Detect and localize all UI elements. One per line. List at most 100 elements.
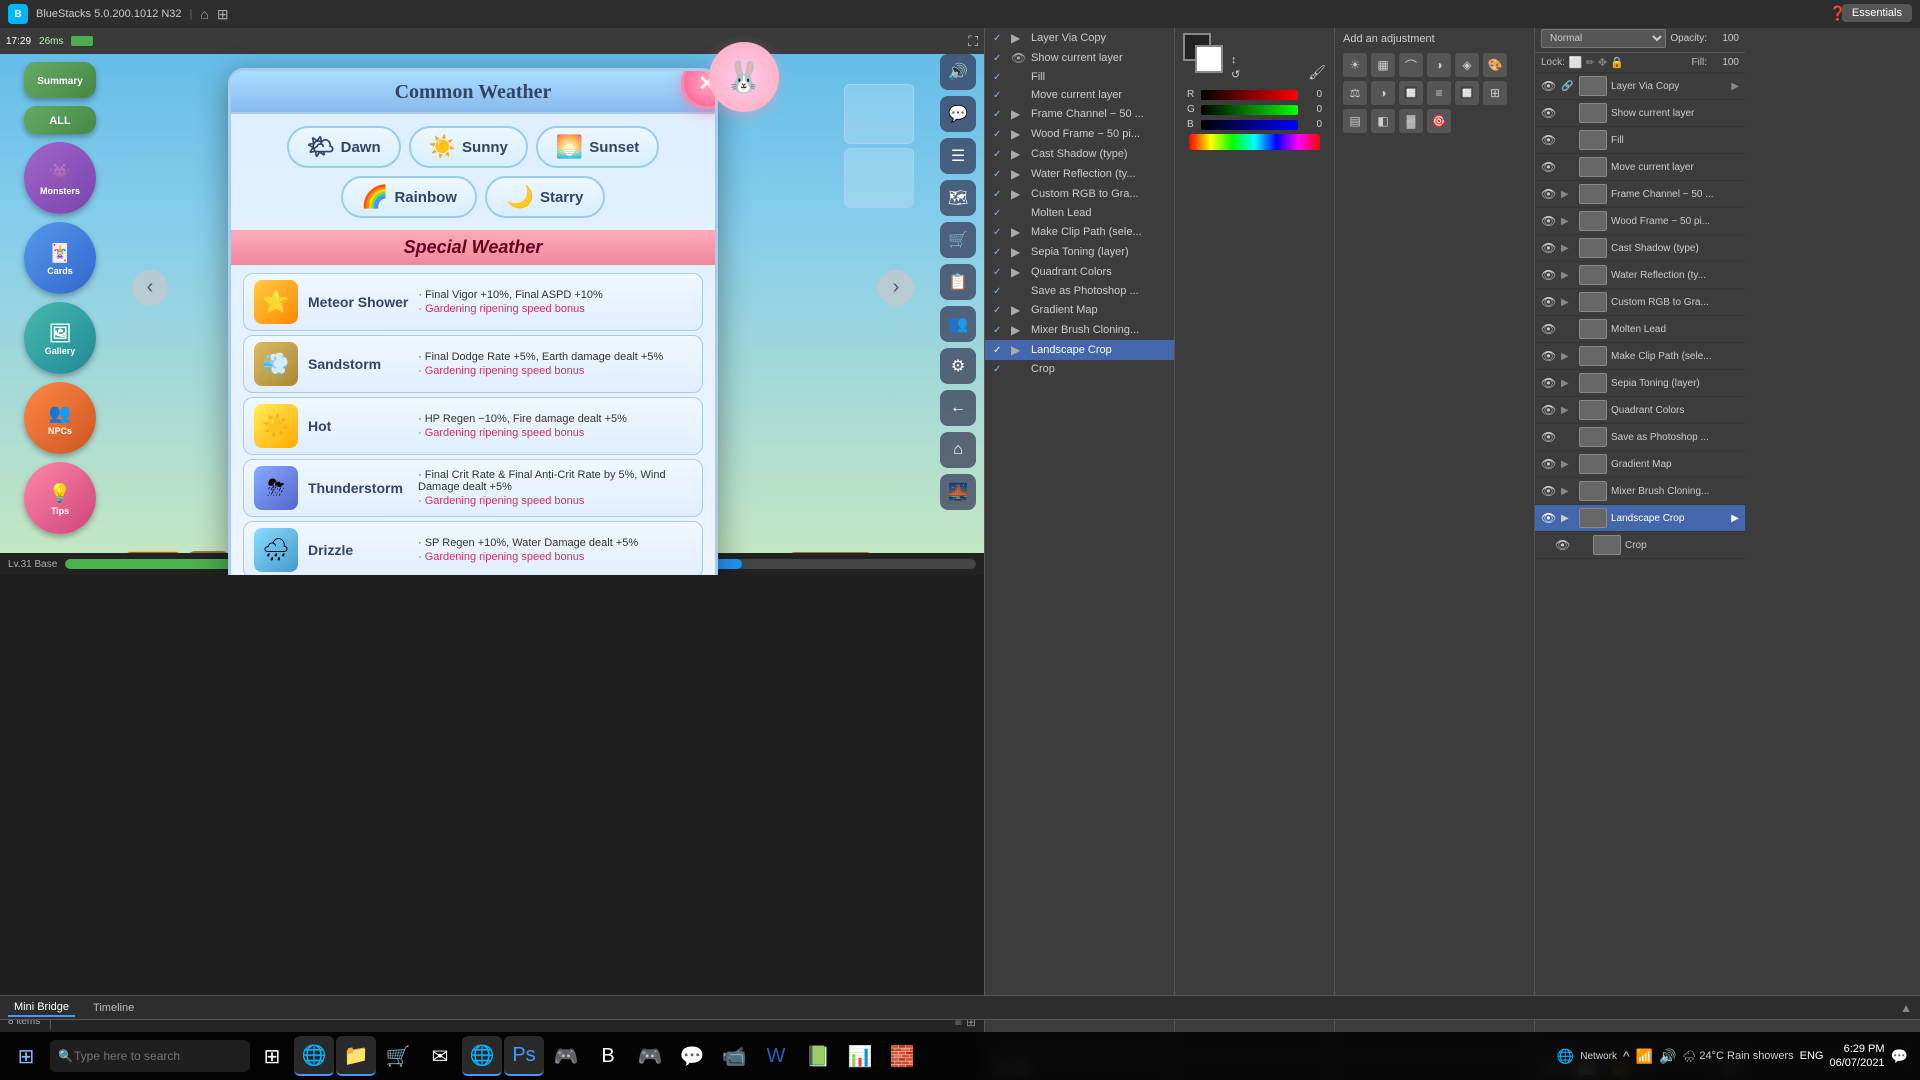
- layer-eye-10[interactable]: 👁: [1541, 322, 1557, 336]
- history-item-crop[interactable]: ✓ Crop: [985, 360, 1174, 378]
- landscape-crop-layer[interactable]: 👁 ▶ Landscape Crop ▶: [1535, 505, 1745, 532]
- history-item-molten-lead[interactable]: ✓ Molten Lead: [985, 204, 1174, 222]
- set-fg-color-icon[interactable]: ↕: [1231, 54, 1240, 66]
- network-icon[interactable]: 🌐: [1557, 1048, 1574, 1065]
- crop-layer[interactable]: 👁 Crop: [1535, 532, 1745, 559]
- history-item-layer-via-copy[interactable]: ✓ ▶ Layer Via Copy: [985, 28, 1174, 48]
- gamepad-icon[interactable]: 🎮: [546, 1036, 586, 1076]
- start-button[interactable]: ⊞: [4, 1034, 48, 1078]
- history-item-water-reflection[interactable]: ✓ ▶ Water Reflection (ty...: [985, 164, 1174, 184]
- cast-shadow-layer[interactable]: 👁 ▶ Cast Shadow (type): [1535, 235, 1745, 262]
- hsl-icon[interactable]: 🎨: [1483, 53, 1507, 77]
- red-slider[interactable]: [1201, 90, 1298, 100]
- map-icon[interactable]: 🗺: [940, 180, 976, 216]
- menu-icon[interactable]: ☰: [940, 138, 976, 174]
- chrome-icon[interactable]: 🌐: [462, 1036, 502, 1076]
- history-item-wood-frame[interactable]: ✓ ▶ Wood Frame − 50 pi...: [985, 124, 1174, 144]
- meteor-shower-item[interactable]: ⭐ Meteor Shower · Final Vigor +10%, Fina…: [243, 273, 703, 331]
- settings-icon[interactable]: ⚙: [940, 348, 976, 384]
- store-icon[interactable]: 🛒: [378, 1036, 418, 1076]
- move-layer[interactable]: 👁 Move current layer: [1535, 154, 1745, 181]
- history-item-cast-shadow[interactable]: ✓ ▶ Cast Shadow (type): [985, 144, 1174, 164]
- layer-eye-16[interactable]: 👁: [1541, 484, 1557, 498]
- nav-tips[interactable]: 💡 Tips: [24, 462, 96, 534]
- posterize-icon[interactable]: ▤: [1343, 109, 1367, 133]
- levels-icon[interactable]: ▦: [1371, 53, 1395, 77]
- workspace-badge[interactable]: Essentials: [1842, 4, 1912, 22]
- nav-npcs[interactable]: 👥 NPCs: [24, 382, 96, 454]
- layer-via-copy[interactable]: 👁 🔗 Layer Via Copy ▶: [1535, 73, 1745, 100]
- layer-eye-12[interactable]: 👁: [1541, 376, 1557, 390]
- color-balance-icon[interactable]: ⚖: [1343, 81, 1367, 105]
- molten-lead-layer[interactable]: 👁 Molten Lead: [1535, 316, 1745, 343]
- back-icon[interactable]: ←: [940, 390, 976, 426]
- notification-icon[interactable]: 💬: [1891, 1048, 1908, 1065]
- custom-rgb-layer[interactable]: 👁 ▶ Custom RGB to Gra...: [1535, 289, 1745, 316]
- history-item-save-photoshop[interactable]: ✓ Save as Photoshop ...: [985, 282, 1174, 300]
- wood-frame-layer[interactable]: 👁 ▶ Wood Frame − 50 pi...: [1535, 208, 1745, 235]
- photoshop-taskbar-icon[interactable]: Ps: [504, 1036, 544, 1076]
- expand-icon-17[interactable]: ▶: [1731, 513, 1739, 524]
- sunny-btn[interactable]: ☀️ Sunny: [409, 126, 528, 168]
- frame-channel-layer[interactable]: 👁 ▶ Frame Channel − 50 ...: [1535, 181, 1745, 208]
- party-icon[interactable]: 👥: [940, 306, 976, 342]
- timeline-tab[interactable]: Timeline: [87, 1000, 140, 1016]
- expand-icon[interactable]: ▶: [1731, 81, 1739, 92]
- taskbar-search[interactable]: [50, 1040, 250, 1072]
- quadrant-colors-layer[interactable]: 👁 ▶ Quadrant Colors: [1535, 397, 1745, 424]
- mail-icon[interactable]: ✉: [420, 1036, 460, 1076]
- grid-icon[interactable]: ⊞: [217, 6, 229, 23]
- layer-eye-15[interactable]: 👁: [1541, 457, 1557, 471]
- nav-summary[interactable]: Summary: [24, 62, 96, 98]
- show-current-layer[interactable]: 👁 Show current layer: [1535, 100, 1745, 127]
- explorer-icon[interactable]: 📁: [336, 1036, 376, 1076]
- layer-eye-6[interactable]: 👁: [1541, 214, 1557, 228]
- history-item-frame-channel[interactable]: ✓ ▶ Frame Channel − 50 ...: [985, 104, 1174, 124]
- background-color[interactable]: [1195, 45, 1223, 73]
- volume-icon[interactable]: 🔊: [1659, 1048, 1676, 1065]
- layer-eye-7[interactable]: 👁: [1541, 241, 1557, 255]
- fullscreen-icon[interactable]: ⛶: [968, 33, 978, 50]
- nav-all[interactable]: ALL: [24, 106, 96, 134]
- history-item-sepia[interactable]: ✓ ▶ Sepia Toning (layer): [985, 242, 1174, 262]
- thunderstorm-item[interactable]: ⛈ Thunderstorm · Final Crit Rate & Final…: [243, 459, 703, 517]
- discord-icon[interactable]: 🎮: [630, 1036, 670, 1076]
- vibrance-icon[interactable]: ◈: [1455, 53, 1479, 77]
- nav-arrow-right[interactable]: ›: [878, 270, 914, 306]
- whatsapp-icon[interactable]: 📗: [798, 1036, 838, 1076]
- nav-gallery[interactable]: 🖼 Gallery: [24, 302, 96, 374]
- layer-eye-8[interactable]: 👁: [1541, 268, 1557, 282]
- history-item-make-clip[interactable]: ✓ ▶ Make Clip Path (sele...: [985, 222, 1174, 242]
- lock-transparent-icon[interactable]: ⬜: [1569, 56, 1583, 69]
- layered-icon[interactable]: 🧱: [882, 1036, 922, 1076]
- nav-cards[interactable]: 🃏 Cards: [24, 222, 96, 294]
- fill-layer[interactable]: 👁 Fill: [1535, 127, 1745, 154]
- layer-eye-13[interactable]: 👁: [1541, 403, 1557, 417]
- lang-indicator[interactable]: ENG: [1800, 1050, 1824, 1062]
- history-item-landscape-crop[interactable]: ✓ ▶ Landscape Crop: [985, 340, 1174, 360]
- reset-colors-icon[interactable]: ↺: [1231, 68, 1240, 81]
- layer-eye-3[interactable]: 👁: [1541, 133, 1557, 147]
- brightness-contrast-icon[interactable]: ☀: [1343, 53, 1367, 77]
- quest-icon[interactable]: 📋: [940, 264, 976, 300]
- blue-slider[interactable]: [1201, 120, 1298, 130]
- tray-up-icon[interactable]: ^: [1623, 1048, 1630, 1064]
- make-clip-layer[interactable]: 👁 ▶ Make Clip Path (sele...: [1535, 343, 1745, 370]
- sepia-layer[interactable]: 👁 ▶ Sepia Toning (layer): [1535, 370, 1745, 397]
- invert-icon[interactable]: ⊞: [1483, 81, 1507, 105]
- layer-eye-icon[interactable]: 👁: [1541, 79, 1557, 93]
- curves-icon[interactable]: ⌒: [1399, 53, 1423, 77]
- history-item-quadrant[interactable]: ✓ ▶ Quadrant Colors: [985, 262, 1174, 282]
- history-item-show-current[interactable]: ✓ 👁 Show current layer: [985, 48, 1174, 68]
- gradient-map-layer[interactable]: 👁 ▶ Gradient Map: [1535, 451, 1745, 478]
- history-item-move[interactable]: ✓ Move current layer: [985, 86, 1174, 104]
- messenger-icon[interactable]: 💬: [672, 1036, 712, 1076]
- home-icon[interactable]: ⌂: [200, 6, 208, 22]
- history-item-fill[interactable]: ✓ Fill: [985, 68, 1174, 86]
- history-item-gradient-map[interactable]: ✓ ▶ Gradient Map: [985, 300, 1174, 320]
- word-icon[interactable]: W: [756, 1036, 796, 1076]
- rainbow-btn[interactable]: 🌈 Rainbow: [341, 176, 477, 218]
- lock-image-icon[interactable]: ✏: [1586, 56, 1595, 69]
- task-view-btn[interactable]: ⊞: [252, 1036, 292, 1076]
- sunset-btn[interactable]: 🌅 Sunset: [536, 126, 659, 168]
